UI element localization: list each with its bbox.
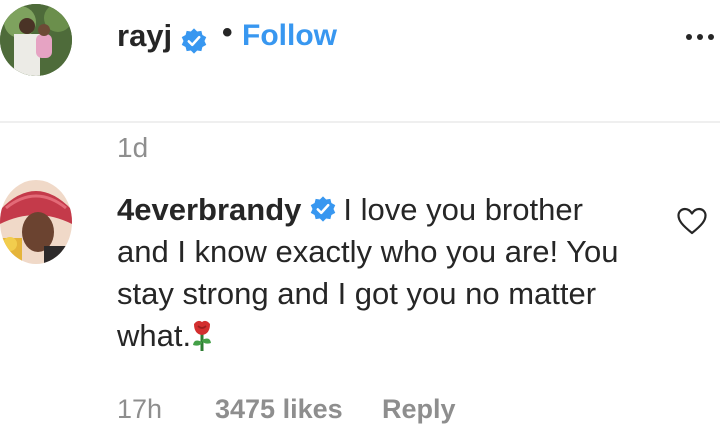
comment-likes[interactable]: 3475 likes — [215, 394, 343, 425]
header-divider — [0, 121, 720, 123]
separator-dot: • — [222, 16, 233, 49]
follow-button[interactable]: Follow — [242, 19, 337, 53]
post-header: rayj • Follow — [0, 0, 720, 122]
commenter-avatar[interactable] — [0, 180, 72, 264]
post-author-avatar[interactable] — [0, 4, 72, 76]
rose-emoji-icon — [193, 320, 212, 351]
more-options-icon[interactable] — [680, 26, 720, 48]
verified-badge-icon — [311, 196, 336, 222]
reply-button[interactable]: Reply — [382, 394, 456, 425]
post-age: 1d — [117, 132, 149, 163]
comment-time: 17h — [117, 394, 163, 424]
verified-badge-icon — [181, 28, 207, 54]
commenter-username[interactable]: 4everbrandy — [117, 192, 301, 227]
heart-outline-icon[interactable] — [676, 206, 708, 236]
comment-body: 4everbrandy I love you brother and I kno… — [117, 189, 637, 357]
post-author-username[interactable]: rayj — [117, 18, 172, 54]
